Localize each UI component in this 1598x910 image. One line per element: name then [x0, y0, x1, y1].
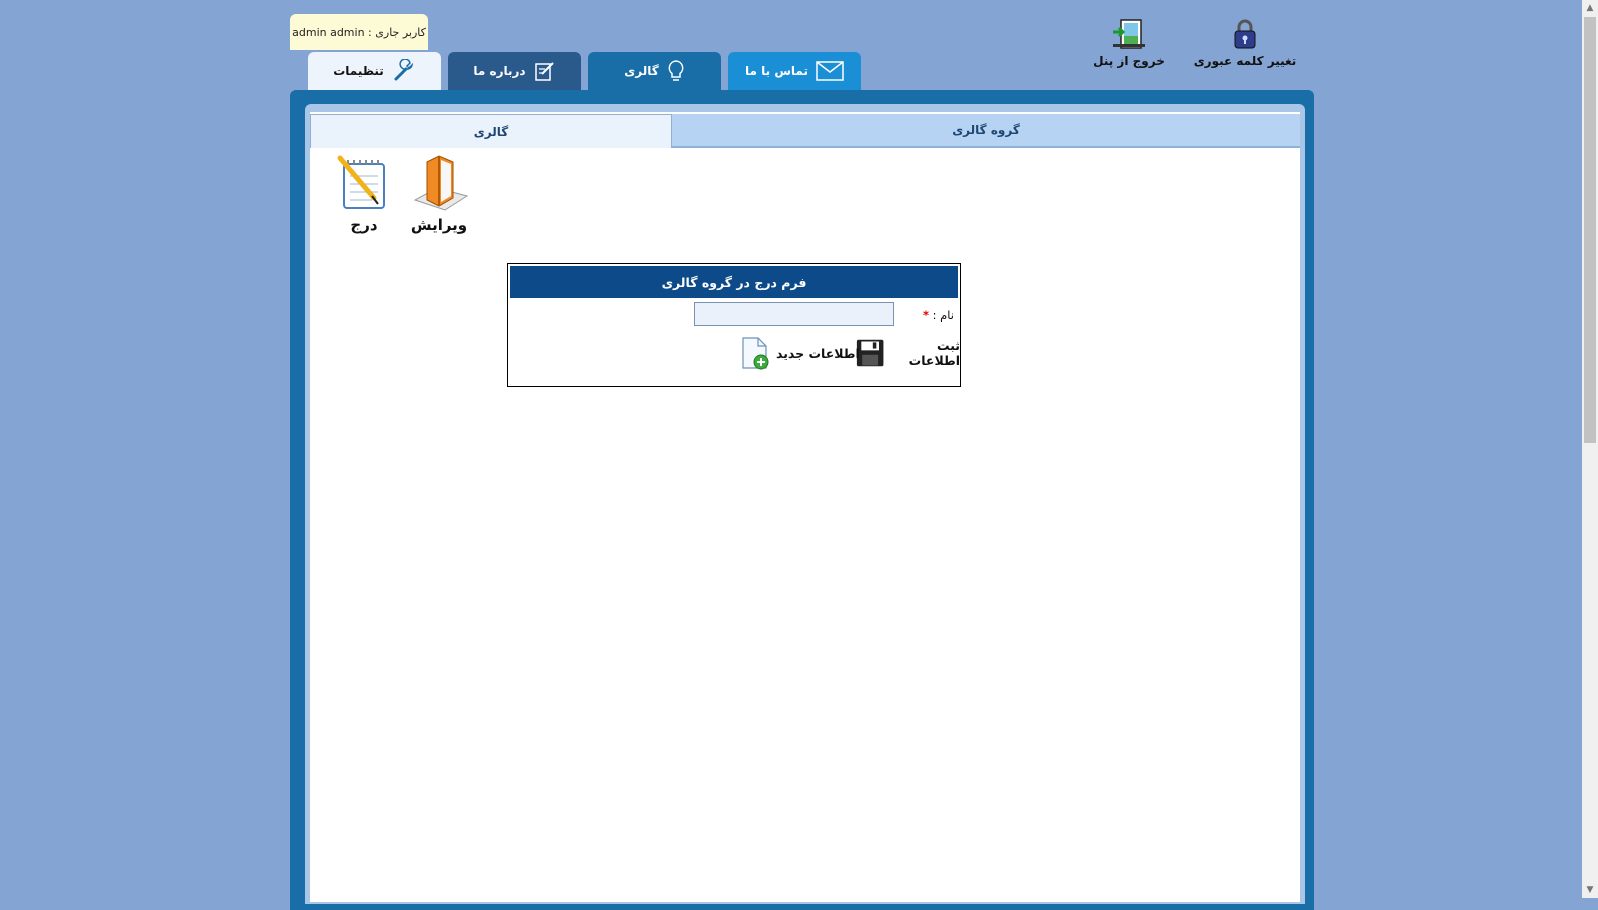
tab-about[interactable]: درباره ما	[448, 52, 581, 90]
edit-button[interactable]: ویرایش	[406, 154, 472, 234]
new-document-icon	[742, 337, 769, 370]
subtab-gallery-group-label: گروه گالری	[952, 123, 1020, 137]
edit-label: ویرایش	[410, 216, 468, 234]
notepad-pencil-icon	[337, 155, 385, 209]
tab-contact[interactable]: تماس با ما	[728, 52, 861, 90]
insert-button[interactable]: درج	[331, 154, 397, 234]
scroll-down-arrow-icon[interactable]: ▼	[1582, 882, 1598, 898]
name-label: نام : *	[923, 308, 954, 322]
logout-button[interactable]: خروج از پنل	[1074, 18, 1184, 68]
insert-label: درج	[350, 216, 378, 234]
wrench-icon	[394, 59, 413, 81]
subtab-gallery[interactable]: گالری	[310, 114, 672, 148]
tab-contact-label: تماس با ما	[745, 64, 808, 78]
save-label: ثبت اطلاعات	[908, 338, 960, 368]
vertical-scrollbar[interactable]: ▲ ▼	[1582, 0, 1598, 898]
logout-label: خروج از پنل	[1093, 54, 1165, 68]
change-password-label: تغییر کلمه عبوری	[1193, 54, 1297, 68]
form-title: فرم درج در گروه گالری	[510, 266, 958, 298]
scrollbar-thumb[interactable]	[1584, 17, 1596, 443]
save-button[interactable]: ثبت اطلاعات	[856, 336, 960, 370]
current-user-label: admin admin : کاربر جاری	[292, 25, 426, 39]
tab-gallery[interactable]: گالری	[588, 52, 721, 90]
subtabs: گالری گروه گالری	[310, 114, 1300, 148]
exit-door-icon	[1113, 19, 1145, 49]
new-info-label: اطلاعات جدید	[776, 345, 860, 361]
envelope-icon	[816, 61, 844, 81]
new-info-button[interactable]: اطلاعات جدید	[740, 336, 860, 370]
current-user-badge: admin admin : کاربر جاری	[290, 14, 428, 50]
scroll-up-arrow-icon[interactable]: ▲	[1582, 0, 1598, 16]
floppy-disk-icon	[856, 339, 884, 367]
subtab-gallery-group[interactable]: گروه گالری	[672, 114, 1300, 148]
required-mark: *	[922, 308, 929, 322]
tab-settings-label: تنظیمات	[333, 64, 384, 78]
name-label-text: نام :	[932, 308, 954, 322]
edit-note-icon	[534, 62, 554, 81]
subtab-gallery-label: گالری	[473, 124, 509, 139]
book-icon	[413, 155, 469, 211]
tab-settings[interactable]: تنظیمات	[308, 52, 441, 90]
lightbulb-icon	[668, 60, 684, 81]
tab-gallery-label: گالری	[624, 64, 659, 78]
tab-about-label: درباره ما	[473, 64, 526, 78]
change-password-button[interactable]: تغییر کلمه عبوری	[1190, 18, 1300, 68]
padlock-icon	[1234, 19, 1256, 49]
gallery-group-form: فرم درج در گروه گالری نام : * ثبت اطلاعا…	[507, 263, 961, 387]
name-input[interactable]	[694, 302, 894, 326]
